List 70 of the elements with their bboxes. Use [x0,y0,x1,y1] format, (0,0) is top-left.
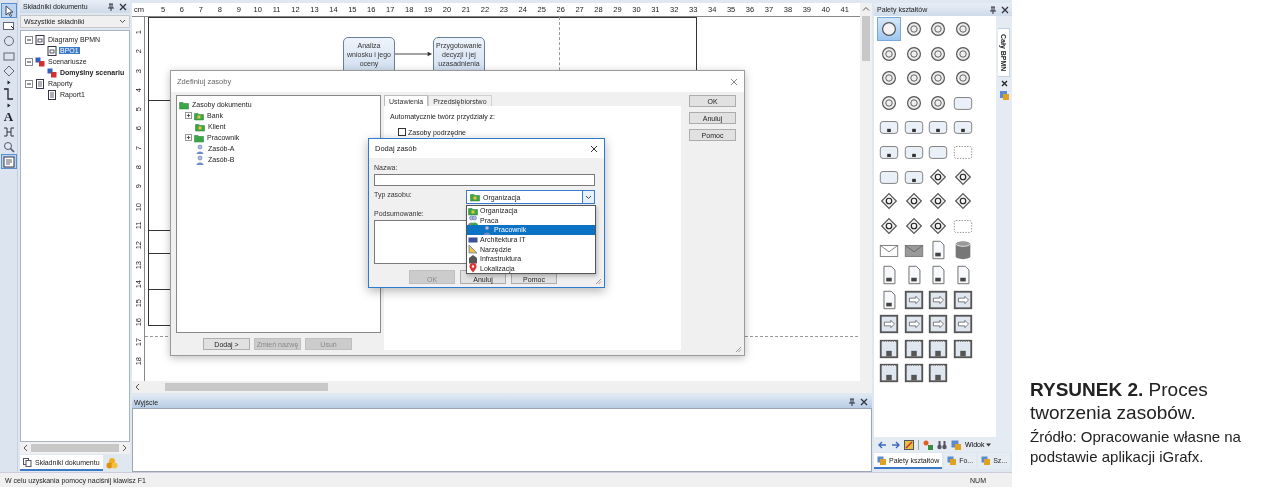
folder-icon [194,132,204,143]
flow-arrow [395,51,433,57]
triangle-icon [6,102,11,108]
expander-icon[interactable] [25,35,33,44]
figure-caption: RYSUNEK 2. Proces tworzenia zasobów. [1030,378,1209,424]
vertical-scrollbar[interactable] [860,3,872,393]
expander-icon[interactable] [25,79,33,88]
pin-icon[interactable] [989,5,997,14]
expander-icon[interactable] [25,57,33,66]
close-icon[interactable] [860,398,868,406]
close-icon[interactable] [1000,80,1008,88]
diamond-icon [1,63,16,78]
palette-icon[interactable] [904,439,914,450]
binoculars-icon[interactable] [937,439,947,450]
palette-icon[interactable] [951,439,961,450]
palette-icon [947,455,957,465]
scrollbar-thumb[interactable] [165,383,328,391]
expander-icon[interactable] [185,112,192,119]
arrow-right-icon[interactable] [891,440,900,449]
pages-icon [23,457,32,467]
caret-icon [986,442,992,447]
scrollbar-thumb[interactable] [862,16,870,61]
tool-button[interactable] [0,154,17,169]
person-icon [482,225,492,235]
scroll-right-icon[interactable] [121,444,127,452]
palette-icon [981,455,991,465]
folder-icon [194,110,204,121]
arrow-left-icon[interactable] [878,440,887,449]
people-icon [468,215,478,226]
resize-grip-icon[interactable] [595,278,602,285]
scroll-left-icon[interactable] [23,444,29,452]
horizontal-scrollbar[interactable] [20,442,130,454]
squares-icon [35,56,45,67]
close-icon[interactable] [1001,5,1009,14]
folder-icon [468,205,478,216]
folder-icon [179,99,189,110]
palette-icon [877,455,886,465]
tool-button[interactable] [0,3,17,18]
triangle-icon [6,79,11,85]
shapes-icon[interactable] [923,439,933,450]
circle-icon [1,33,16,48]
note-icon [1,154,16,169]
folder-icon [470,192,480,202]
resize-grip-icon[interactable] [735,346,742,353]
text-tool[interactable]: A [0,109,17,124]
squares-icon [47,67,57,78]
pin-icon[interactable] [107,2,115,11]
chevron-down-icon [585,194,592,200]
close-icon[interactable] [590,144,598,153]
checkbox[interactable] [398,128,406,136]
person-icon [195,154,205,165]
bracket-icon [1,124,16,139]
scrollbar-thumb[interactable] [31,444,119,452]
ruler-icon [468,244,478,255]
document-icon [47,45,57,56]
report-icon [35,78,45,89]
folder-icon [195,121,205,132]
name-field[interactable] [374,174,595,186]
source-note: Źródło: Opracowanie własne na podstawie aplikacji iGrafx. [1030,427,1242,467]
chevron-down-icon [119,19,126,24]
scroll-left-icon[interactable] [135,383,141,391]
horizontal-scrollbar[interactable] [132,381,860,393]
report-icon [47,89,57,100]
document-icon [35,34,45,45]
expander-icon[interactable] [185,134,192,141]
connector-icon [1,86,16,101]
shape-button[interactable] [877,17,901,41]
person-icon [195,143,205,154]
close-icon[interactable] [119,2,127,11]
pin-icon[interactable] [848,398,856,406]
